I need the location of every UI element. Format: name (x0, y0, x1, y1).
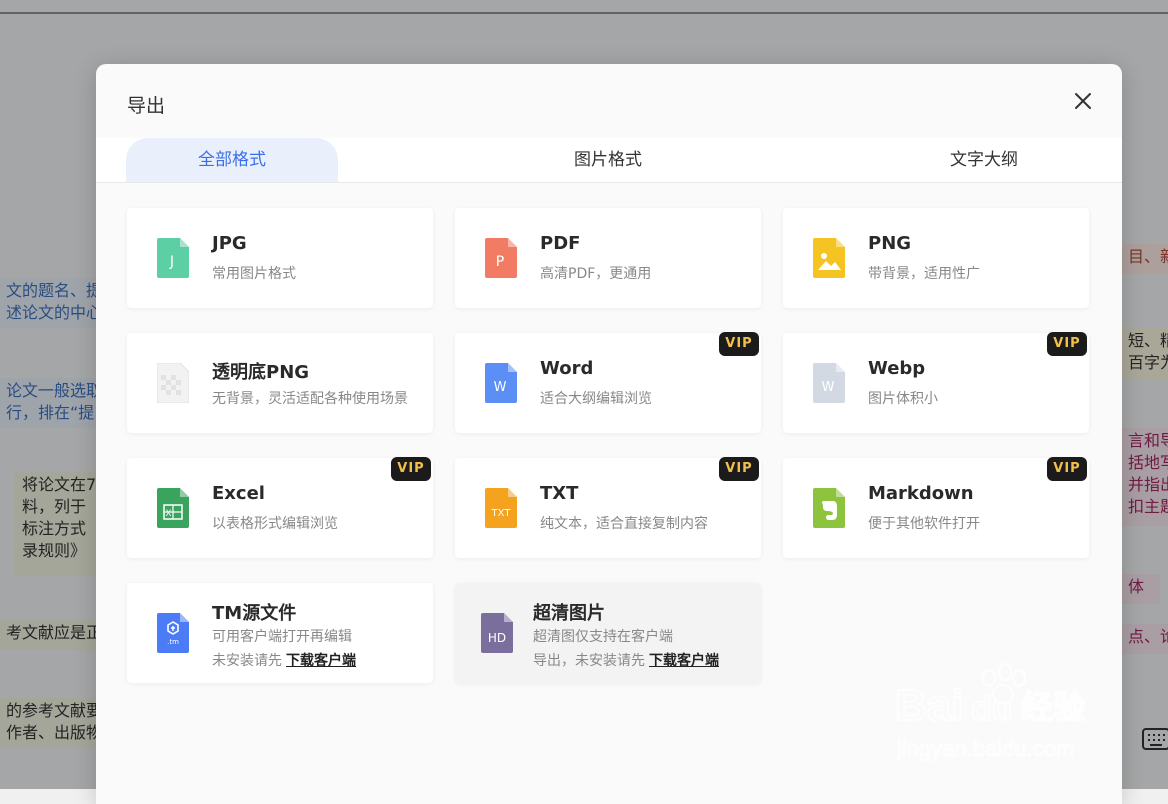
svg-text:P: P (496, 254, 504, 270)
format-name: Excel (212, 483, 265, 504)
download-client-link[interactable]: 下载客户端 (649, 653, 719, 669)
export-tm-source-card[interactable]: .tm TM源文件 可用客户端打开再编辑 未安装请先 下载客户端 (127, 583, 433, 683)
baidu-jingyan-watermark: Bai du 经验 jingyan.baidu.com (894, 663, 1086, 762)
evernote-markdown-icon (813, 488, 845, 528)
svg-text:TXT: TXT (491, 508, 512, 519)
export-jpg-card[interactable]: J JPG 常用图片格式 (127, 208, 433, 308)
svg-text:W: W (494, 380, 507, 395)
vip-badge: VIP (719, 457, 759, 481)
svg-text:.tm: .tm (167, 638, 179, 646)
vip-badge: VIP (1047, 332, 1087, 356)
format-description: 常用图片格式 (212, 266, 296, 282)
tab-text-outline[interactable]: 文字大纲 (878, 138, 1090, 182)
format-name: PDF (540, 233, 581, 254)
svg-text:J: J (169, 254, 174, 270)
format-name: PNG (868, 233, 912, 254)
svg-text:Bai: Bai (895, 681, 963, 730)
format-name: JPG (212, 233, 247, 254)
tm-file-icon: .tm (157, 613, 189, 653)
format-description: 超清图仅支持在客户端 (533, 629, 673, 645)
format-tabs: 全部格式 图片格式 文字大纲 (96, 138, 1122, 183)
format-description: 可用客户端打开再编辑 (212, 629, 352, 645)
close-icon[interactable] (1070, 88, 1096, 114)
export-transparent-png-card[interactable]: 透明底PNG 无背景，灵活适配各种使用场景 (127, 333, 433, 433)
png-image-icon (813, 238, 845, 278)
format-description-line2: 未安装请先 下载客户端 (212, 653, 356, 669)
format-description: 高清PDF，更通用 (540, 266, 652, 282)
export-hd-image-card[interactable]: HD 超清图片 超清图仅支持在客户端 导出，未安装请先 下载客户端 (455, 583, 761, 683)
format-name: 透明底PNG (212, 362, 310, 383)
format-name: TXT (540, 483, 579, 504)
format-description: 纯文本，适合直接复制内容 (540, 516, 708, 532)
svg-text:经验: 经验 (1021, 688, 1085, 726)
format-name: 超清图片 (533, 603, 605, 624)
format-description: 便于其他软件打开 (868, 516, 980, 532)
transparent-png-icon (157, 363, 189, 403)
pdf-file-icon: P (485, 238, 517, 278)
format-name: Word (540, 358, 594, 379)
export-markdown-card[interactable]: VIP Markdown 便于其他软件打开 (783, 457, 1089, 558)
format-name: Markdown (868, 483, 974, 504)
export-word-card[interactable]: VIP W Word 适合大纲编辑浏览 (455, 332, 761, 433)
vip-badge: VIP (1047, 457, 1087, 481)
format-description-line2: 导出，未安装请先 下载客户端 (533, 653, 719, 669)
format-description: 无背景，灵活适配各种使用场景 (212, 391, 408, 407)
format-description: 以表格形式编辑浏览 (212, 516, 338, 532)
format-name: Webp (868, 358, 926, 379)
svg-text:X: X (165, 509, 171, 519)
export-png-card[interactable]: PNG 带背景，适用性广 (783, 208, 1089, 308)
export-txt-card[interactable]: VIP TXT TXT 纯文本，适合直接复制内容 (455, 457, 761, 558)
format-description: 图片体积小 (868, 391, 938, 407)
svg-text:jingyan.baidu.com: jingyan.baidu.com (896, 736, 1074, 761)
jpg-file-icon: J (157, 238, 189, 278)
tab-image-formats[interactable]: 图片格式 (502, 138, 714, 182)
tab-all-formats[interactable]: 全部格式 (126, 138, 338, 182)
hd-image-icon: HD (481, 613, 513, 653)
webp-file-icon: W (813, 363, 845, 403)
format-description: 适合大纲编辑浏览 (540, 391, 652, 407)
vip-badge: VIP (719, 332, 759, 356)
txt-file-icon: TXT (485, 488, 517, 528)
dialog-title: 导出 (127, 95, 166, 117)
export-pdf-card[interactable]: P PDF 高清PDF，更通用 (455, 208, 761, 308)
format-name: TM源文件 (212, 603, 297, 624)
svg-text:W: W (822, 380, 835, 395)
svg-text:du: du (971, 690, 1013, 728)
word-file-icon: W (485, 363, 517, 403)
download-client-link[interactable]: 下载客户端 (286, 653, 356, 669)
excel-file-icon: X (157, 488, 189, 528)
export-webp-card[interactable]: VIP W Webp 图片体积小 (783, 332, 1089, 433)
vip-badge: VIP (391, 457, 431, 481)
format-description: 带背景，适用性广 (868, 266, 980, 282)
svg-text:HD: HD (488, 631, 506, 645)
export-excel-card[interactable]: VIP X Excel 以表格形式编辑浏览 (127, 457, 433, 558)
